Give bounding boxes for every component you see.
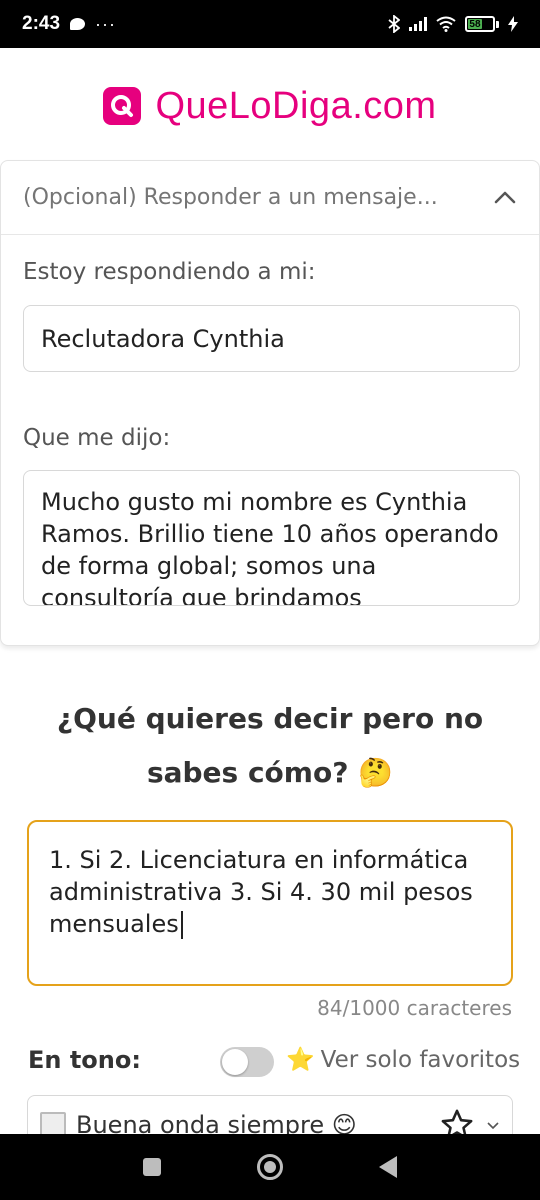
chat-notification-icon	[70, 18, 86, 30]
status-right: 58	[388, 15, 518, 33]
back-icon[interactable]	[379, 1156, 397, 1178]
reply-panel-title: (Opcional) Responder a un mensaje...	[23, 185, 438, 210]
battery-icon: 58	[465, 16, 499, 32]
chevron-down-icon[interactable]	[486, 1118, 500, 1132]
star-icon: ⭐	[286, 1047, 315, 1073]
recent-apps-icon[interactable]	[143, 1158, 161, 1176]
status-bar: 2:43 ··· 58	[0, 0, 540, 48]
reply-panel: (Opcional) Responder a un mensaje... Est…	[0, 160, 540, 646]
message-textarea[interactable]: 1. Si 2. Licenciatura en informática adm…	[27, 820, 513, 986]
wifi-icon	[436, 16, 456, 32]
battery-level: 58	[468, 18, 482, 30]
status-left: 2:43 ···	[22, 13, 116, 35]
favorites-toggle-label: Ver solo favoritos	[320, 1046, 521, 1073]
tone-label: En tono:	[28, 1046, 141, 1074]
favorites-toggle-row[interactable]: ⭐ Ver solo favoritos	[286, 1046, 521, 1074]
more-notifications-icon: ···	[95, 13, 117, 34]
favorites-toggle[interactable]	[220, 1047, 274, 1077]
message-label: Que me dijo:	[23, 425, 171, 451]
received-message-value: Mucho gusto mi nombre es Cynthia Ramos. …	[41, 488, 499, 606]
bluetooth-icon	[388, 15, 400, 33]
brand-name[interactable]: QueLoDiga.com	[155, 85, 436, 128]
system-nav-bar	[0, 1134, 540, 1200]
home-icon[interactable]	[257, 1154, 283, 1180]
reply-panel-header[interactable]: (Opcional) Responder a un mensaje...	[1, 161, 539, 235]
char-count: 84/1000 caracteres	[317, 996, 512, 1020]
logo-icon[interactable]	[103, 87, 142, 125]
recipient-value: Reclutadora Cynthia	[41, 324, 285, 353]
charging-icon	[508, 16, 518, 32]
received-message-input[interactable]: Mucho gusto mi nombre es Cynthia Ramos. …	[23, 470, 520, 606]
toggle-knob	[222, 1049, 248, 1075]
chevron-up-icon[interactable]	[493, 186, 517, 210]
text-cursor	[180, 911, 183, 939]
recipient-label: Estoy respondiendo a mi:	[23, 259, 316, 285]
site-header: QueLoDiga.com	[0, 80, 540, 132]
message-text: 1. Si 2. Licenciatura en informática adm…	[49, 846, 473, 938]
signal-icon	[409, 17, 427, 31]
status-time: 2:43	[22, 13, 61, 34]
recipient-input[interactable]: Reclutadora Cynthia	[23, 305, 520, 372]
main-question: ¿Qué quieres decir pero no sabes cómo? 🤔	[56, 702, 484, 789]
